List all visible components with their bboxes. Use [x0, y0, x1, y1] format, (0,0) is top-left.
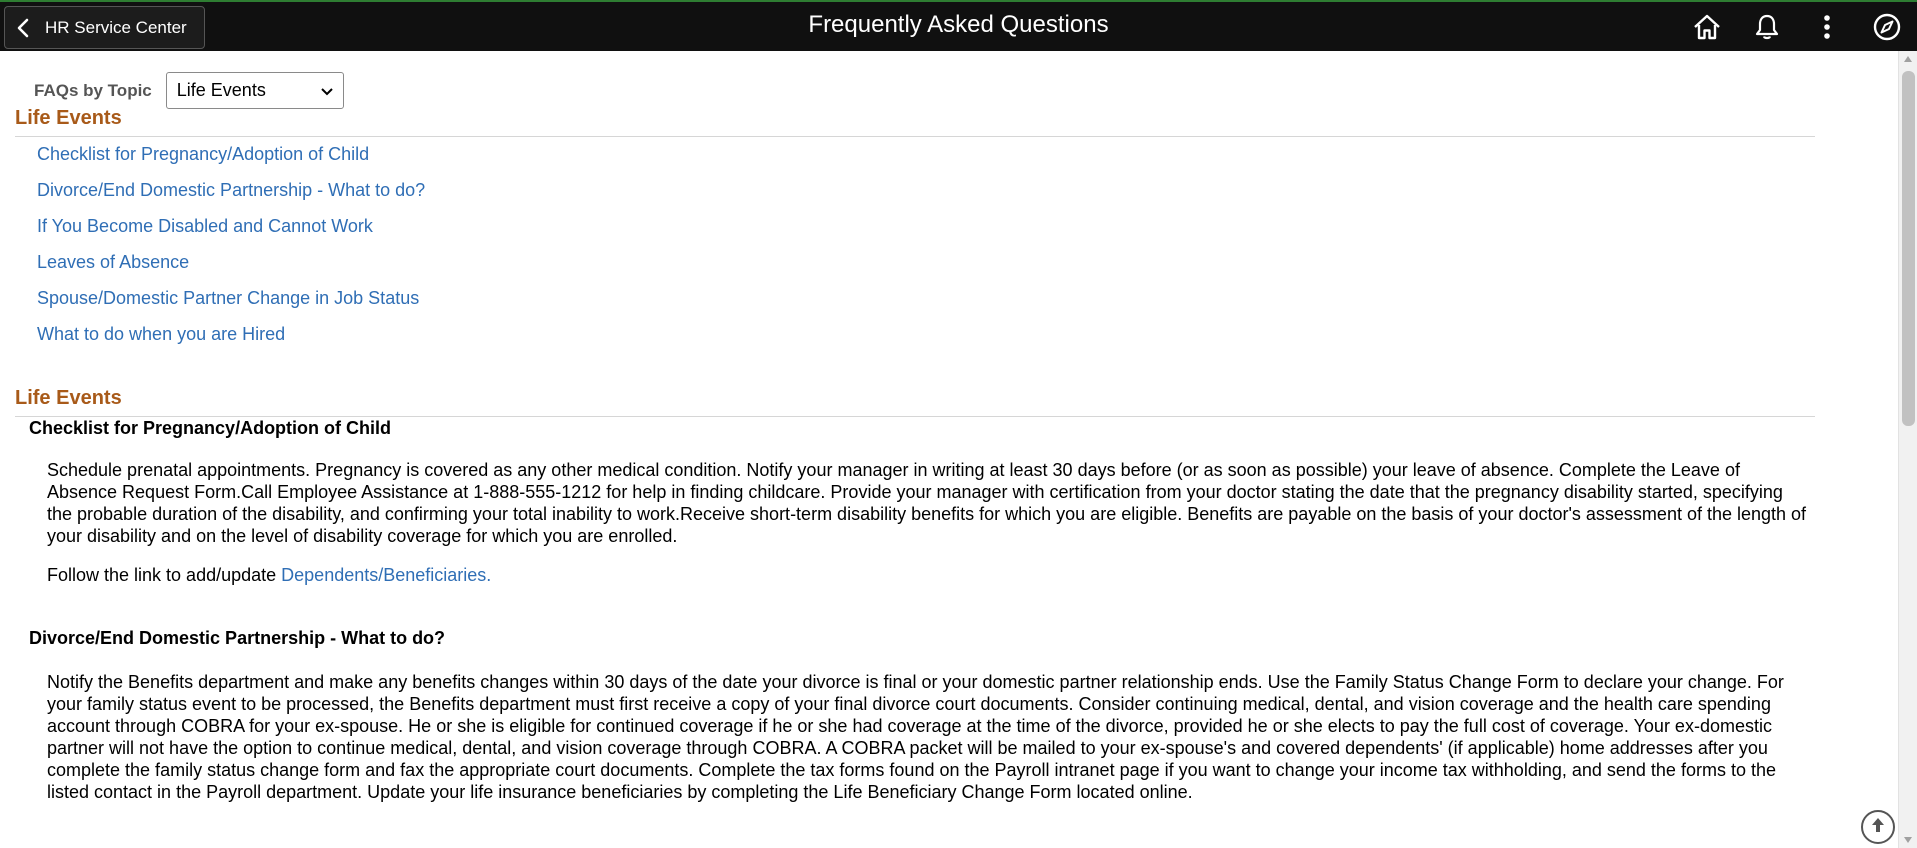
- actions-menu-icon[interactable]: [1797, 2, 1857, 51]
- scroll-up-arrow[interactable]: [1904, 56, 1912, 62]
- dependents-beneficiaries-link[interactable]: Dependents/Beneficiaries.: [281, 565, 491, 585]
- faq-content: FAQs by Topic Life Events Life Events Ch…: [0, 51, 1898, 848]
- top-banner: HR Service Center Frequently Asked Quest…: [0, 0, 1917, 51]
- article-title: Divorce/End Domestic Partnership - What …: [29, 628, 446, 648]
- vertical-scrollbar[interactable]: [1898, 51, 1917, 848]
- chevron-left-icon: [17, 17, 35, 39]
- header-actions: [1677, 2, 1917, 51]
- faq-link-hired[interactable]: What to do when you are Hired: [37, 324, 285, 344]
- page-title: Frequently Asked Questions: [808, 11, 1109, 38]
- faq-link-pregnancy[interactable]: Checklist for Pregnancy/Adoption of Chil…: [37, 144, 369, 164]
- back-button-label: HR Service Center: [45, 17, 187, 37]
- list-item: Spouse/Domestic Partner Change in Job St…: [37, 288, 425, 324]
- notification-bell-icon[interactable]: [1737, 2, 1797, 51]
- list-item: Divorce/End Domestic Partnership - What …: [37, 180, 425, 216]
- list-item: Checklist for Pregnancy/Adoption of Chil…: [37, 144, 425, 180]
- arrow-up-icon: [1870, 816, 1886, 839]
- list-item: If You Become Disabled and Cannot Work: [37, 216, 425, 252]
- topic-filter: FAQs by Topic Life Events: [34, 72, 344, 109]
- topic-filter-label: FAQs by Topic: [34, 80, 152, 100]
- article-follow-line: Follow the link to add/update Dependents…: [47, 564, 1807, 586]
- faq-link-spouse-job-status[interactable]: Spouse/Domestic Partner Change in Job St…: [37, 288, 419, 308]
- faq-link-disabled[interactable]: If You Become Disabled and Cannot Work: [37, 216, 373, 236]
- topic-select[interactable]: Life Events: [165, 72, 344, 109]
- home-icon[interactable]: [1677, 2, 1737, 51]
- article-body: Notify the Benefits department and make …: [47, 672, 1784, 802]
- scroll-down-arrow[interactable]: [1904, 837, 1912, 843]
- faq-link-divorce[interactable]: Divorce/End Domestic Partnership - What …: [37, 180, 425, 200]
- chevron-down-icon: [321, 80, 333, 101]
- back-button[interactable]: HR Service Center: [4, 6, 205, 49]
- article-title: Checklist for Pregnancy/Adoption of Chil…: [29, 418, 392, 438]
- scrollbar-thumb[interactable]: [1902, 71, 1915, 426]
- details-section-heading: Life Events: [15, 387, 1815, 417]
- navbar-compass-icon[interactable]: [1857, 2, 1917, 51]
- faq-link-list: Checklist for Pregnancy/Adoption of Chil…: [37, 144, 425, 360]
- list-item: What to do when you are Hired: [37, 324, 425, 360]
- toc-section-heading: Life Events: [15, 107, 1815, 137]
- faq-link-leaves[interactable]: Leaves of Absence: [37, 252, 189, 272]
- follow-link-prefix: Follow the link to add/update: [47, 565, 282, 585]
- topic-select-value: Life Events: [176, 80, 266, 100]
- list-item: Leaves of Absence: [37, 252, 425, 288]
- article-body: Schedule prenatal appointments. Pregnanc…: [47, 460, 1807, 546]
- scroll-to-top-button[interactable]: [1861, 810, 1895, 844]
